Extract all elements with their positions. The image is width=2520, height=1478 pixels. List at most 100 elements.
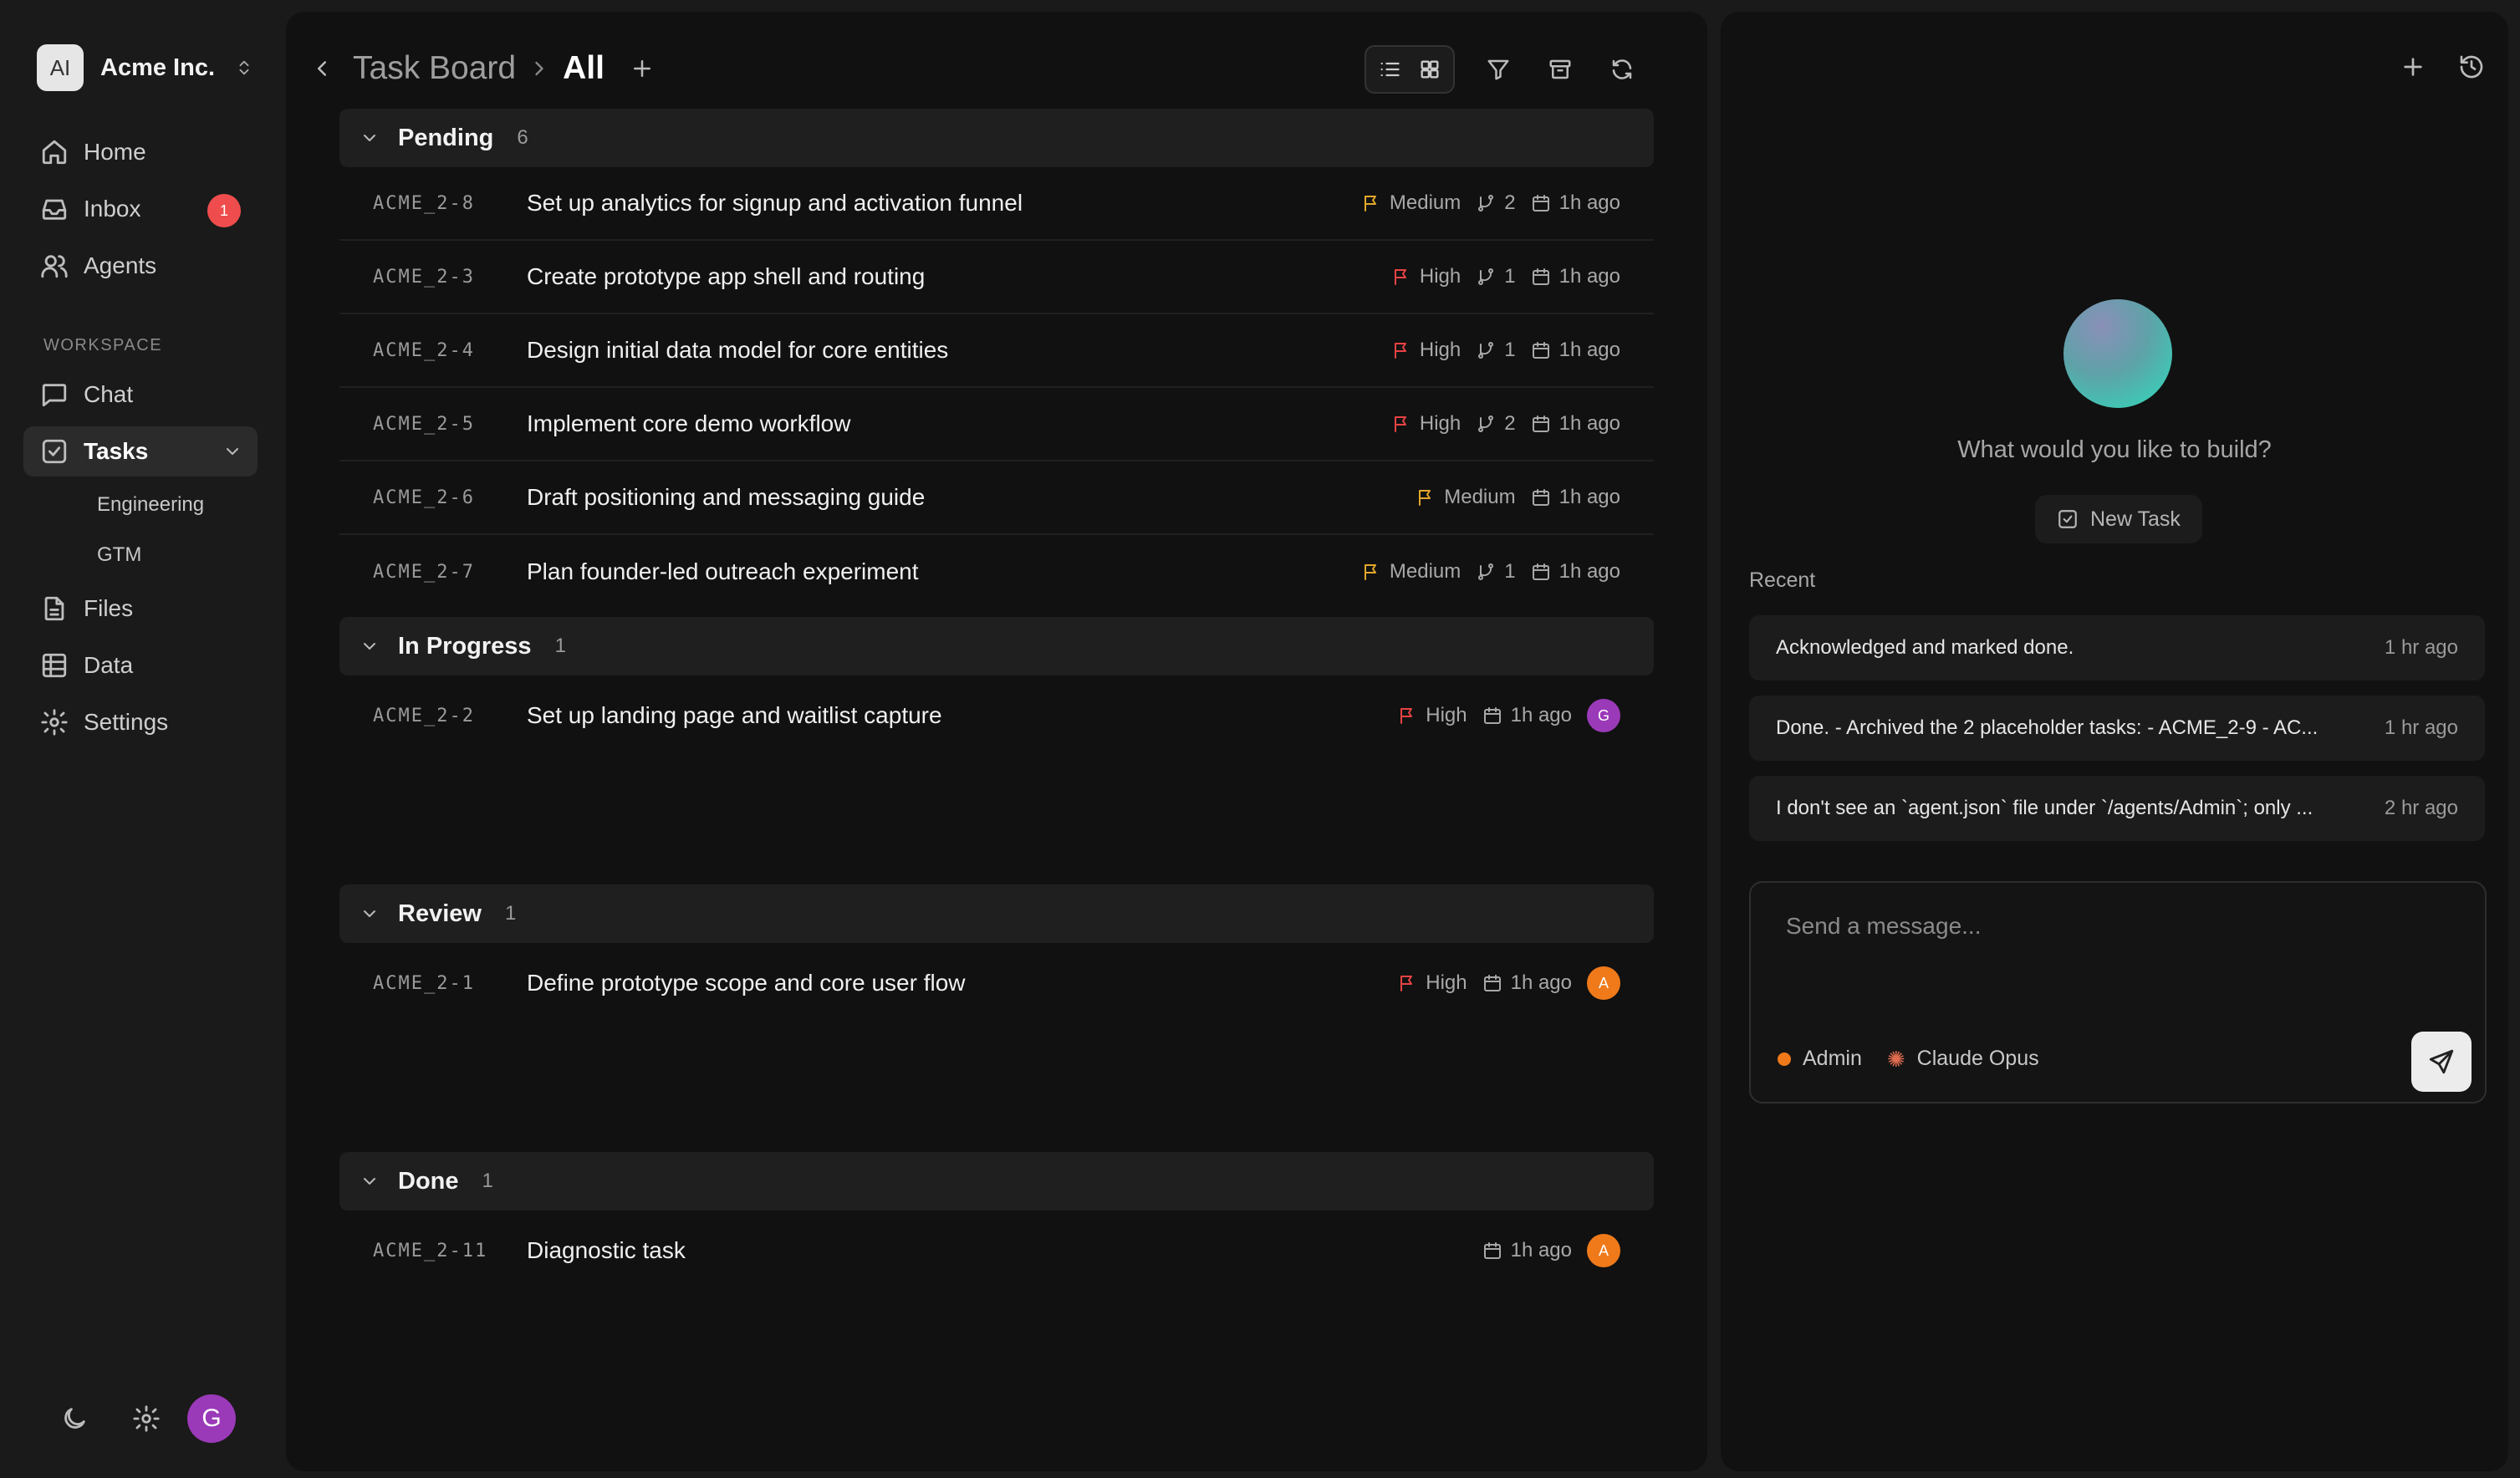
- list-view-button[interactable]: [1373, 53, 1406, 86]
- task-updated: 1h ago: [1531, 265, 1620, 288]
- task-row[interactable]: ACME_2-2 Set up landing page and waitlis…: [339, 679, 1654, 752]
- sidebar-item-home[interactable]: Home: [23, 127, 258, 177]
- new-task-button[interactable]: New Task: [2035, 495, 2202, 543]
- board-toolbar: [1365, 45, 1640, 94]
- chevron-left-icon[interactable]: [309, 56, 334, 81]
- archive-icon: [1549, 59, 1571, 79]
- group-header-done[interactable]: Done 1: [339, 1152, 1654, 1210]
- task-row[interactable]: ACME_2-3 Create prototype app shell and …: [339, 241, 1654, 314]
- task-row[interactable]: ACME_2-6 Draft positioning and messaging…: [339, 461, 1654, 535]
- sidebar-item-tasks[interactable]: Tasks: [23, 426, 258, 477]
- task-time: 1h ago: [1510, 1239, 1572, 1261]
- task-id: ACME_2-3: [373, 266, 475, 288]
- user-avatar[interactable]: G: [187, 1394, 236, 1443]
- breadcrumb-parent[interactable]: Task Board: [353, 50, 516, 87]
- sidebar-item-label: Files: [84, 595, 134, 621]
- gear-icon: [41, 709, 68, 736]
- calendar-icon: [1483, 975, 1501, 991]
- sidebar-item-settings[interactable]: Settings: [23, 697, 258, 747]
- chevron-down-icon: [364, 643, 375, 650]
- grid-view-button[interactable]: [1413, 53, 1446, 86]
- chevron-down-icon[interactable]: [222, 441, 242, 461]
- assignee-avatar[interactable]: A: [1587, 1234, 1620, 1267]
- git-branch-icon: [1478, 563, 1494, 580]
- assistant-toolbar: [2400, 54, 2485, 80]
- assignee-avatar[interactable]: G: [1587, 699, 1620, 732]
- sidebar-footer: G: [60, 1394, 236, 1443]
- recent-time: 1 hr ago: [2384, 716, 2458, 739]
- task-updated: 1h ago: [1482, 704, 1572, 727]
- task-id: ACME_2-6: [373, 487, 475, 508]
- send-button[interactable]: [2411, 1032, 2472, 1092]
- priority: High: [1391, 339, 1461, 362]
- task-id: ACME_2-11: [373, 1240, 488, 1261]
- chevron-down-icon: [364, 135, 375, 141]
- sidebar-item-inbox[interactable]: Inbox 1: [23, 184, 258, 234]
- message-input[interactable]: [1752, 884, 2472, 1010]
- task-id: ACME_2-8: [373, 192, 475, 214]
- agent-status-dot: [1778, 1052, 1791, 1066]
- refresh-button[interactable]: [1604, 51, 1640, 88]
- breadcrumb-current: All: [563, 50, 604, 86]
- task-id: ACME_2-5: [373, 413, 475, 435]
- sidebar-item-data[interactable]: Data: [23, 640, 258, 691]
- git-branch-icon: [1478, 195, 1494, 212]
- sidebar-subitem-engineering[interactable]: Engineering: [97, 493, 204, 517]
- calendar-icon: [1532, 415, 1549, 432]
- archive-button[interactable]: [1542, 51, 1579, 88]
- sidebar-item-chat[interactable]: Chat: [23, 370, 258, 420]
- task-row[interactable]: ACME_2-1 Define prototype scope and core…: [339, 946, 1654, 1020]
- task-meta: 1h ago A: [1482, 1234, 1620, 1267]
- group-count: 1: [482, 1170, 493, 1192]
- task-time: 1h ago: [1510, 971, 1572, 994]
- plus-icon[interactable]: [630, 56, 655, 81]
- subtask-count: 1: [1476, 560, 1516, 584]
- sidebar-item-label: Tasks: [84, 438, 149, 464]
- task-row[interactable]: ACME_2-7 Plan founder-led outreach exper…: [339, 535, 1654, 609]
- calendar-icon: [1532, 489, 1549, 506]
- org-switcher[interactable]: AI Acme Inc.: [37, 43, 253, 92]
- chevron-down-icon: [364, 1178, 375, 1185]
- task-row[interactable]: ACME_2-8 Set up analytics for signup and…: [339, 167, 1654, 241]
- moon-icon[interactable]: [60, 1404, 89, 1433]
- group-header-review[interactable]: Review 1: [339, 884, 1654, 943]
- calendar-icon: [1532, 342, 1549, 359]
- recent-conversation[interactable]: I don't see an `agent.json` file under `…: [1749, 776, 2485, 841]
- chevrons-up-down-icon: [239, 60, 249, 75]
- inbox-icon: [42, 199, 67, 220]
- gear-icon[interactable]: [132, 1404, 161, 1433]
- group-name: Done: [398, 1167, 459, 1195]
- task-updated: 1h ago: [1482, 1239, 1572, 1262]
- calendar-icon: [1532, 563, 1549, 580]
- recent-conversation[interactable]: Acknowledged and marked done. 1 hr ago: [1749, 615, 2485, 680]
- sidebar-item-files[interactable]: Files: [23, 584, 258, 634]
- sidebar-item-label: Home: [84, 139, 146, 165]
- task-row[interactable]: ACME_2-11 Diagnostic task 1h ago A: [339, 1214, 1654, 1287]
- group-header-in-progress[interactable]: In Progress 1: [339, 617, 1654, 675]
- assignee-avatar[interactable]: A: [1587, 966, 1620, 1000]
- file-text-icon: [44, 596, 64, 621]
- assistant-orb: [2063, 299, 2172, 408]
- group-header-pending[interactable]: Pending 6: [339, 109, 1654, 167]
- sidebar-item-label: Chat: [84, 381, 134, 407]
- task-meta: High 1 1h ago: [1391, 265, 1620, 288]
- task-board-panel: Task Board All Pending 6 ACME_2-8 Set up…: [286, 12, 1707, 1471]
- sidebar-subitem-gtm[interactable]: GTM: [97, 543, 141, 567]
- priority: High: [1391, 412, 1461, 436]
- recent-conversation[interactable]: Done. - Archived the 2 placeholder tasks…: [1749, 696, 2485, 761]
- filter-button[interactable]: [1480, 51, 1517, 88]
- history-icon[interactable]: [2458, 54, 2485, 80]
- task-meta: High 2 1h ago: [1391, 412, 1620, 436]
- agent-selector[interactable]: Admin: [1778, 1047, 1862, 1071]
- assistant-prompt: What would you like to build?: [1957, 436, 2272, 463]
- task-row[interactable]: ACME_2-5 Implement core demo workflow Hi…: [339, 388, 1654, 461]
- task-row[interactable]: ACME_2-4 Design initial data model for c…: [339, 314, 1654, 388]
- task-meta: High 1 1h ago: [1391, 339, 1620, 362]
- sparkle-icon: ✺: [1886, 1046, 1905, 1072]
- workspace-section-label: WORKSPACE: [43, 336, 163, 354]
- subtask-count-value: 1: [1504, 560, 1516, 583]
- plus-icon[interactable]: [2400, 54, 2426, 80]
- sidebar-item-agents[interactable]: Agents: [23, 241, 258, 291]
- assistant-panel: What would you like to build? New Task R…: [1721, 12, 2508, 1471]
- model-selector[interactable]: ✺ Claude Opus: [1887, 1047, 2039, 1071]
